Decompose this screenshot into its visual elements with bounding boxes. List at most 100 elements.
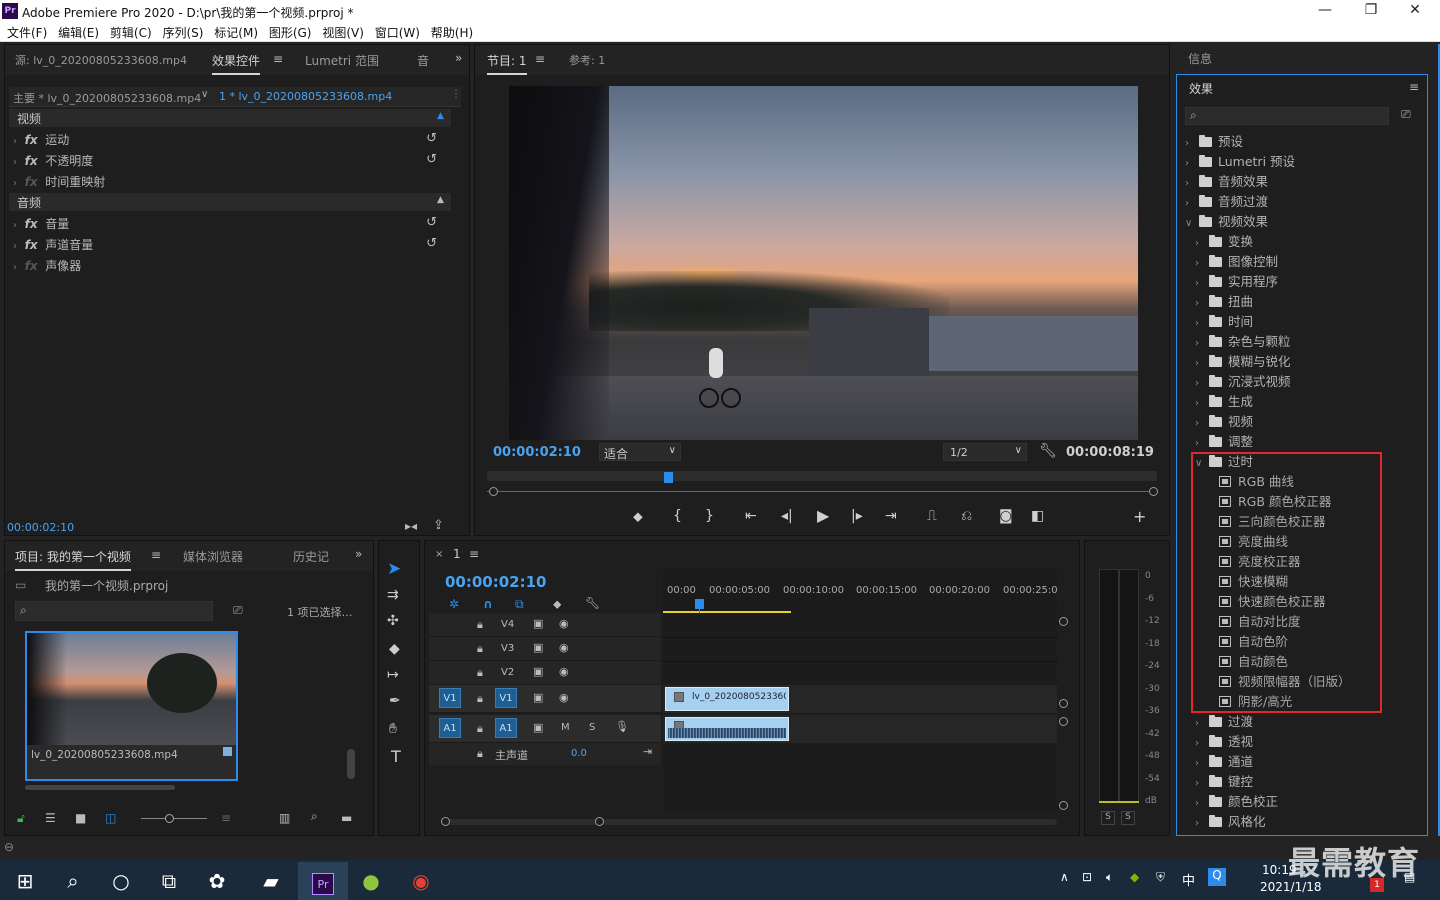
effect-folder[interactable]: › 音频过渡	[1185, 191, 1268, 211]
playhead-marker[interactable]	[664, 472, 673, 483]
freeform-view-icon[interactable]: ◫	[105, 811, 116, 825]
menu-clip[interactable]: 剪辑(C)	[103, 22, 152, 41]
track-select-tool-icon[interactable]: ⇉	[387, 587, 399, 603]
fx-icon[interactable]: fx	[25, 238, 38, 252]
effect-folder[interactable]: › 模糊与锐化	[1195, 351, 1291, 371]
effect-folder[interactable]: › 沉浸式视频	[1195, 371, 1291, 391]
master-volume-value[interactable]: 0.0	[571, 748, 587, 759]
go-to-out-icon[interactable]: ⇥	[885, 508, 897, 524]
time-ruler[interactable]: 00:00 00:00:05:00 00:00:10:00 00:00:15:0…	[663, 569, 1057, 615]
snap-magnet-icon[interactable]: ∩	[483, 597, 493, 611]
source-patch-v1[interactable]: V1	[439, 688, 461, 708]
timeline-timecode[interactable]: 00:00:02:10	[445, 573, 547, 591]
track-target-v1[interactable]: V1	[495, 688, 517, 708]
vertical-zoom-handle[interactable]	[1059, 717, 1068, 726]
chevron-right-icon[interactable]: ›	[1195, 438, 1205, 449]
effect-folder[interactable]: › 变换	[1195, 231, 1253, 251]
zoom-handle-right[interactable]	[1149, 487, 1158, 496]
chevron-down-icon[interactable]: ∨	[1185, 218, 1195, 229]
chevron-right-icon[interactable]: ›	[1195, 318, 1205, 329]
effect-folder[interactable]: › 生成	[1195, 391, 1253, 411]
panel-menu-icon[interactable]: ≡	[151, 548, 161, 562]
lock-icon[interactable]: 🔓︎	[17, 811, 25, 826]
project-search-input[interactable]: ⌕	[15, 601, 213, 621]
panel-overflow-icon[interactable]: »	[355, 547, 362, 561]
icon-view-icon[interactable]: ■	[75, 811, 86, 825]
effect-folder[interactable]: › 杂色与颗粒	[1195, 331, 1291, 351]
tab-effect-controls[interactable]: 效果控件	[212, 52, 261, 75]
panel-menu-icon[interactable]: ≡	[469, 547, 479, 561]
task-view-icon[interactable]: ⧉	[144, 862, 194, 900]
chevron-right-icon[interactable]: ›	[13, 157, 17, 168]
maximize-icon[interactable]: ❐	[1348, 2, 1394, 18]
chevron-right-icon[interactable]: ›	[13, 262, 17, 273]
volume-icon[interactable]: 🔈︎	[1106, 870, 1113, 885]
track-target-a1[interactable]: A1	[495, 718, 517, 738]
chevron-right-icon[interactable]: ›	[1185, 178, 1195, 189]
menu-sequence[interactable]: 序列(S)	[155, 22, 203, 41]
solo-button[interactable]: S	[589, 722, 595, 733]
mark-in-icon[interactable]: {	[673, 508, 682, 524]
chevron-right-icon[interactable]: ›	[1195, 278, 1205, 289]
lock-icon[interactable]: 🔒︎	[477, 642, 483, 656]
effect-folder[interactable]: › 过渡	[1195, 711, 1253, 731]
chevron-right-icon[interactable]: ›	[1195, 298, 1205, 309]
timeline-settings-icon[interactable]: 🔧︎	[585, 596, 600, 610]
menu-help[interactable]: 帮助(H)	[424, 22, 473, 41]
chevron-right-icon[interactable]: ›	[1195, 378, 1205, 389]
lift-icon[interactable]: ⎍	[927, 508, 937, 524]
effect-folder[interactable]: › 扭曲	[1195, 291, 1253, 311]
chevron-right-icon[interactable]: ›	[13, 220, 17, 231]
hand-tool-icon[interactable]: ✋︎	[389, 721, 397, 737]
tab-reference[interactable]: 参考: 1	[569, 52, 605, 68]
effects-search-input[interactable]: ⌕	[1185, 107, 1389, 125]
lock-icon[interactable]: 🔒︎	[477, 747, 483, 761]
fit-dropdown[interactable]: 适合 ∨	[599, 443, 681, 461]
chevron-right-icon[interactable]: ›	[1195, 358, 1205, 369]
melon-app-icon[interactable]: ●	[346, 862, 396, 900]
chevron-right-icon[interactable]: ›	[1195, 238, 1205, 249]
cortana-icon[interactable]: ○	[96, 862, 146, 900]
program-scrubber[interactable]	[487, 467, 1158, 497]
thumbnail-zoom-slider[interactable]	[141, 814, 207, 823]
effect-folder[interactable]: › 实用程序	[1195, 271, 1278, 291]
qq-icon[interactable]: Q	[1208, 868, 1226, 886]
effect-folder[interactable]: › 键控	[1195, 771, 1253, 791]
eye-icon[interactable]: ◉	[559, 617, 569, 630]
lock-icon[interactable]: 🔒︎	[477, 666, 483, 680]
network-icon[interactable]: ⊡	[1082, 870, 1092, 884]
reset-icon[interactable]: ↺	[426, 215, 437, 230]
clip-dropdown-icon[interactable]: ∨	[201, 89, 208, 100]
fx-icon[interactable]: fx	[25, 154, 38, 168]
reset-icon[interactable]: ↺	[426, 131, 437, 146]
new-custom-bin-icon[interactable]: ⎚	[1401, 107, 1411, 122]
effect-folder[interactable]: › 调整	[1195, 431, 1253, 451]
panel-menu-icon[interactable]: ≡	[273, 52, 283, 66]
tab-program[interactable]: 节目: 1	[487, 52, 527, 75]
tab-source[interactable]: 源: lv_0_20200805233608.mp4	[15, 52, 187, 68]
sync-lock-icon[interactable]: ▣	[533, 721, 543, 734]
effect-folder[interactable]: › 视频	[1195, 411, 1253, 431]
clip-thumbnail[interactable]: lv_0_20200805233608.mp4	[25, 631, 238, 781]
go-to-end-icon[interactable]: ⇥	[643, 745, 652, 758]
eye-icon[interactable]: ◉	[559, 665, 569, 678]
effect-row-motion[interactable]: › fx 运动 ↺	[13, 131, 445, 151]
effect-folder[interactable]: › 预设	[1185, 131, 1243, 151]
effect-folder[interactable]: ›视频过渡	[1185, 831, 1268, 835]
eye-icon[interactable]: ◉	[559, 641, 569, 654]
track-area[interactable]: lv_0_20200805233608	[663, 613, 1057, 813]
step-back-icon[interactable]: ◂|	[781, 508, 793, 524]
effect-folder[interactable]: ∨ 视频效果	[1185, 211, 1268, 231]
effect-folder[interactable]: › 颜色校正	[1195, 791, 1278, 811]
tab-audio[interactable]: 音	[417, 52, 429, 69]
comparison-view-icon[interactable]: ◧	[1031, 508, 1044, 524]
camera-icon[interactable]: ◙	[999, 508, 1013, 524]
close-sequence-icon[interactable]: ×	[435, 549, 443, 560]
menu-file[interactable]: 文件(F)	[0, 22, 47, 41]
selection-tool-icon[interactable]: ➤	[387, 559, 401, 579]
scroll-indicator-icon[interactable]: ⋮	[451, 89, 461, 100]
sync-lock-icon[interactable]: ▣	[533, 665, 543, 678]
mark-out-icon[interactable]: }	[705, 508, 714, 524]
fx-icon[interactable]: fx	[25, 133, 38, 147]
add-marker-icon[interactable]: ⬥	[633, 509, 643, 525]
